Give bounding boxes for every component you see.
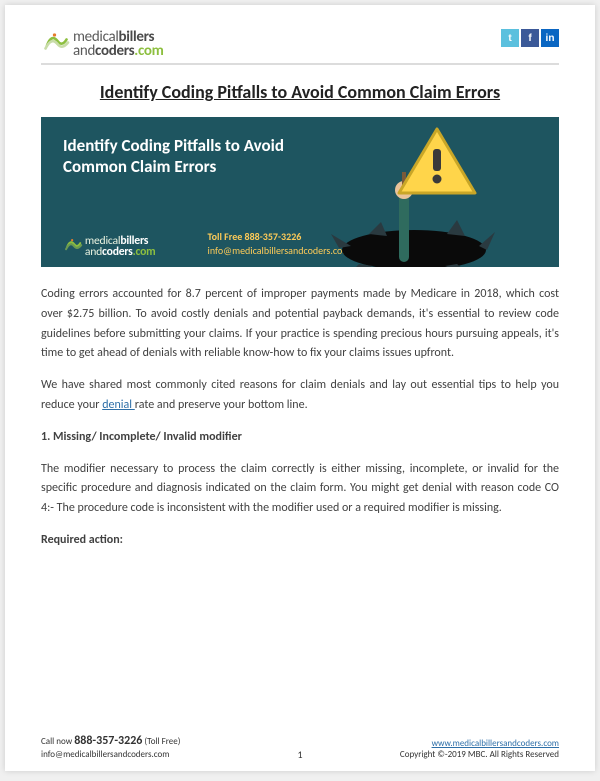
document-page: medicalbillers andcoders.com t f in Iden… <box>5 5 595 771</box>
social-links: t f in <box>501 29 559 47</box>
page-footer: Call now 888-357-3226 (Toll Free) info@m… <box>41 734 559 761</box>
brand-text: medicalbillers andcoders.com <box>73 30 164 59</box>
page-header: medicalbillers andcoders.com t f in <box>41 29 559 59</box>
linkedin-icon[interactable]: in <box>541 29 559 47</box>
hero-brand-logo: medicalbillers andcoders.com <box>63 235 155 257</box>
hero-headline: Identify Coding Pitfalls to Avoid Common… <box>63 135 343 178</box>
hero-brand-text: medicalbillers andcoders.com <box>85 235 156 257</box>
header-divider <box>41 63 559 65</box>
denial-link[interactable]: denial <box>102 398 135 412</box>
footer-phone-line: Call now 888-357-3226 (Toll Free) <box>41 734 180 750</box>
logo-icon <box>63 236 83 256</box>
brand-line2: andcoders.com <box>73 42 164 60</box>
section-heading-required-action: Required action: <box>41 531 559 551</box>
brand-logo: medicalbillers andcoders.com <box>41 29 164 59</box>
paragraph-2: We have shared most commonly cited reaso… <box>41 376 559 416</box>
hero-banner: Identify Coding Pitfalls to Avoid Common… <box>41 117 559 267</box>
toll-free-suffix: (Toll Free) <box>142 736 180 747</box>
logo-icon <box>41 29 71 59</box>
twitter-icon[interactable]: t <box>501 29 519 47</box>
article-body: Coding errors accounted for 8.7 percent … <box>41 285 559 551</box>
p2-text-b: rate and preserve your bottom line. <box>135 398 308 412</box>
call-now-label: Call now <box>41 736 74 747</box>
footer-site-link[interactable]: www.medicalbillersandcoders.com <box>432 738 559 749</box>
section-heading-1: 1. Missing/ Incomplete/ Invalid modifier <box>41 428 559 448</box>
footer-phone: 888-357-3226 <box>74 734 142 748</box>
paragraph-intro: Coding errors accounted for 8.7 percent … <box>41 285 559 364</box>
page-title: Identify Coding Pitfalls to Avoid Common… <box>41 81 559 103</box>
warning-sign-icon <box>395 125 479 204</box>
paragraph-3: The modifier necessary to process the cl… <box>41 460 559 519</box>
page-number: 1 <box>41 748 559 761</box>
facebook-icon[interactable]: f <box>521 29 539 47</box>
